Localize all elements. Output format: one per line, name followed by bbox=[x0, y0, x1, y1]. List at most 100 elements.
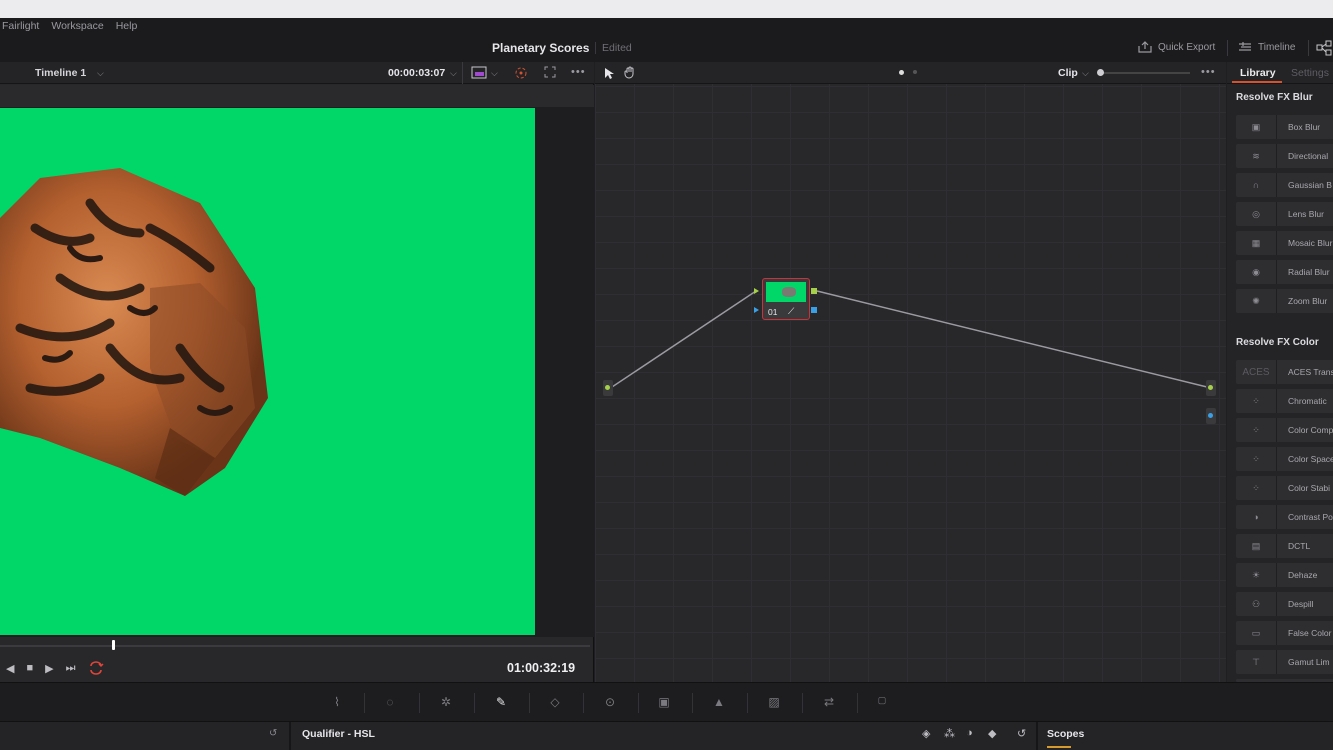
source-input-port[interactable] bbox=[603, 380, 613, 396]
project-title: Planetary Scores bbox=[492, 41, 590, 55]
fx-item-label: Chromatic bbox=[1288, 396, 1327, 406]
output-port[interactable] bbox=[1206, 380, 1216, 396]
color-picker-icon[interactable] bbox=[514, 66, 528, 80]
palette-toolbar: ⌇ ◌ ✲ ✎ ◇ ⊙ ▣ ▲ ▨ ⇄ ▢ bbox=[0, 682, 1333, 722]
scrub-bar[interactable] bbox=[0, 645, 590, 647]
tracker-icon[interactable]: ⊙ bbox=[601, 695, 619, 711]
fx-item[interactable]: ⁘ Color Stabi bbox=[1236, 476, 1333, 500]
loop-icon[interactable] bbox=[88, 661, 104, 675]
chevron-down-icon[interactable]: ⌵ bbox=[450, 68, 457, 79]
blur-icon[interactable]: ▲ bbox=[710, 695, 728, 711]
divider bbox=[747, 693, 748, 713]
key-icon[interactable]: ▨ bbox=[765, 695, 783, 711]
fx-item[interactable]: ⁘ Chromatic bbox=[1236, 389, 1333, 413]
video-frame[interactable] bbox=[0, 108, 535, 635]
tab-settings[interactable]: Settings bbox=[1291, 67, 1329, 79]
despill-icon: ⚇ bbox=[1236, 592, 1277, 616]
playhead-timecode: 01:00:32:19 bbox=[507, 661, 576, 675]
window-icon[interactable]: ◇ bbox=[546, 695, 564, 711]
timeline-selector[interactable]: Timeline 1 bbox=[35, 67, 86, 79]
fx-item[interactable]: ⁘ Color Comp bbox=[1236, 418, 1333, 442]
fx-item-label: Directional bbox=[1288, 151, 1329, 161]
stop-button[interactable]: ■ bbox=[26, 662, 33, 674]
color-space-icon: ⁘ bbox=[1236, 447, 1277, 471]
fx-item[interactable]: ⚇ Despill bbox=[1236, 592, 1333, 616]
node-alpha-output[interactable] bbox=[811, 307, 817, 313]
corrector-node-01[interactable]: 01 ⟋ bbox=[762, 278, 810, 320]
history-icon[interactable]: ↺ bbox=[269, 728, 277, 739]
quick-export-button[interactable]: Quick Export bbox=[1138, 41, 1215, 53]
fx-item-label: Dehaze bbox=[1288, 570, 1318, 580]
fx-item[interactable]: ⊤ Gamut Lim bbox=[1236, 650, 1333, 674]
dehaze-icon: ☀ bbox=[1236, 563, 1277, 587]
export-icon bbox=[1138, 41, 1152, 53]
source-timecode[interactable]: 00:00:03:07 bbox=[388, 67, 445, 79]
menu-fairlight[interactable]: Fairlight bbox=[2, 20, 39, 32]
fx-item[interactable]: ▦ Mosaic Blur bbox=[1236, 231, 1333, 255]
3d-icon[interactable]: ▢ bbox=[873, 695, 891, 711]
fx-item[interactable]: ✺ Zoom Blur bbox=[1236, 289, 1333, 313]
transport-controls: ◀ ■ ▶ ⏭ bbox=[0, 658, 104, 678]
node-rgb-output[interactable] bbox=[811, 288, 817, 294]
lens-blur-icon: ◎ bbox=[1236, 202, 1277, 226]
mosaic-blur-icon: ▦ bbox=[1236, 231, 1277, 255]
aces-icon: ACES bbox=[1236, 360, 1277, 384]
node-rgb-input[interactable] bbox=[754, 288, 759, 294]
fx-item[interactable]: ☀ Dehaze bbox=[1236, 563, 1333, 587]
node-alpha-input[interactable] bbox=[754, 307, 759, 313]
rgb-port-dot bbox=[605, 385, 610, 390]
play-button[interactable]: ▶ bbox=[45, 662, 53, 675]
node-editor[interactable]: Clip ⌵ ••• 01 ⟋ bbox=[595, 62, 1226, 682]
viewer-panel: Timeline 1 ⌵ 00:00:03:07 ⌵ ⌵ ••• ◀ ■ ▶ ⏭… bbox=[0, 62, 594, 682]
timeline-button[interactable]: Timeline bbox=[1238, 41, 1295, 53]
chromatic-icon: ⁘ bbox=[1236, 389, 1277, 413]
active-tab-indicator bbox=[1232, 81, 1282, 83]
sizing-icon[interactable]: ⇄ bbox=[820, 695, 838, 711]
fx-item[interactable]: ◎ Lens Blur bbox=[1236, 202, 1333, 226]
title-divider bbox=[595, 42, 596, 54]
nodes-icon[interactable] bbox=[1316, 40, 1333, 56]
box-blur-icon: ▣ bbox=[1236, 115, 1277, 139]
fx-item[interactable]: ◑ Contrast Po bbox=[1236, 505, 1333, 529]
curves-icon[interactable]: ⌇ bbox=[328, 695, 346, 711]
divider bbox=[638, 693, 639, 713]
color-warper-icon[interactable]: ◌ bbox=[381, 695, 399, 711]
qualifier-icon[interactable]: ✎ bbox=[492, 695, 510, 711]
divider bbox=[692, 693, 693, 713]
menu-help[interactable]: Help bbox=[116, 20, 138, 32]
radial-blur-icon: ◉ bbox=[1236, 260, 1277, 284]
picker-mode-icon[interactable]: ◈ bbox=[922, 727, 930, 740]
next-clip-button[interactable]: ⏭ bbox=[66, 662, 76, 675]
hsl-icon[interactable]: ✲ bbox=[437, 695, 455, 711]
add-picker-icon[interactable]: ⁂ bbox=[944, 727, 955, 740]
fx-item[interactable]: ▤ DCTL bbox=[1236, 534, 1333, 558]
menu-workspace[interactable]: Workspace bbox=[51, 20, 103, 32]
fx-item[interactable]: ▭ False Color bbox=[1236, 621, 1333, 645]
feather-icon[interactable]: ◆ bbox=[988, 727, 996, 740]
highlight-icon[interactable]: ◑ bbox=[966, 727, 973, 739]
tab-library[interactable]: Library bbox=[1240, 67, 1276, 79]
node-thumbnail-subject bbox=[782, 287, 796, 297]
fx-item[interactable]: ▣ Box Blur bbox=[1236, 115, 1333, 139]
node-connections bbox=[611, 290, 1208, 388]
reset-icon[interactable]: ↺ bbox=[1017, 727, 1026, 740]
magic-mask-icon[interactable]: ▣ bbox=[655, 695, 673, 711]
viewer-more-button[interactable]: ••• bbox=[571, 66, 586, 78]
fx-item[interactable]: ◉ Radial Blur bbox=[1236, 260, 1333, 284]
alpha-port-dot bbox=[1208, 413, 1213, 418]
fx-item[interactable]: ∩ Gaussian B bbox=[1236, 173, 1333, 197]
chevron-down-icon[interactable]: ⌵ bbox=[97, 68, 104, 79]
viewer-mode-icon[interactable] bbox=[471, 66, 487, 79]
fullscreen-icon[interactable] bbox=[544, 66, 556, 78]
fx-item-label: False Color bbox=[1288, 628, 1332, 638]
divider bbox=[474, 693, 475, 713]
fx-item[interactable]: ⁘ Color Space bbox=[1236, 447, 1333, 471]
playhead[interactable] bbox=[112, 640, 115, 650]
chevron-down-icon[interactable]: ⌵ bbox=[491, 68, 498, 79]
fx-item[interactable]: ≋ Directional bbox=[1236, 144, 1333, 168]
alpha-output-port[interactable] bbox=[1206, 408, 1216, 424]
section-title-blur: Resolve FX Blur bbox=[1236, 92, 1313, 103]
previous-frame-button[interactable]: ◀ bbox=[6, 662, 14, 675]
fx-item[interactable]: ACES ACES Trans bbox=[1236, 360, 1333, 384]
divider bbox=[419, 693, 420, 713]
